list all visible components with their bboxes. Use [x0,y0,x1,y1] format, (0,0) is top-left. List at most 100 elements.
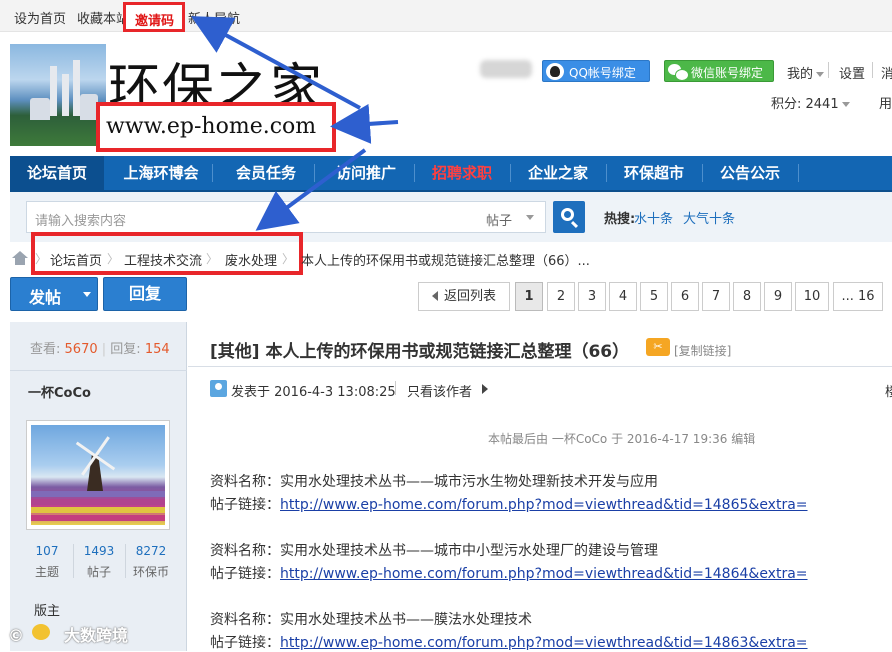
posts-label: 帖子 [86,565,111,579]
hot-search-link[interactable]: 水十条 [634,208,673,227]
copy-link[interactable]: [复制链接] [674,342,731,359]
nav-enterprise[interactable]: 企业之家 [510,156,606,190]
hot-search-label: 热搜: [604,212,636,227]
page-link[interactable]: 9 [764,282,792,311]
author-name[interactable]: 一杯CoCo [28,382,91,401]
search-scope-select[interactable]: 帖子 [476,201,546,233]
replies-label: 回复: [110,342,141,357]
posts-count[interactable]: 1493 [74,544,124,558]
back-to-list-label: 返回列表 [443,289,496,304]
resource-link-line: 帖子链接：http://www.ep-home.com/forum.php?mo… [210,632,808,652]
set-homepage-link[interactable]: 设为首页 [14,8,66,27]
blurred-username[interactable] [480,60,532,78]
points-menu[interactable]: 积分: 2441 [771,93,850,112]
page-link[interactable]: 4 [609,282,637,311]
breadcrumb-separator: 〉 [282,252,295,266]
factory-image [10,44,106,146]
page-link[interactable]: 2 [547,282,575,311]
resource-link-line: 帖子链接：http://www.ep-home.com/forum.php?mo… [210,494,808,514]
topics-label: 主题 [34,565,59,579]
nav-forum-home[interactable]: 论坛首页 [10,156,104,190]
edit-note: 本帖最后由 一杯CoCo 于 2016-4-17 19:36 编辑 [488,432,756,446]
nav-shanghai-expo[interactable]: 上海环博会 [110,156,212,190]
wechat-icon [668,63,689,81]
watermark-text: 大数跨境 [64,626,129,645]
breadcrumb-wastewater[interactable]: 废水处理 [225,250,277,269]
page-link[interactable]: 10 [795,282,829,311]
settings-link[interactable]: 设置 [839,63,865,82]
breadcrumb-forum-home[interactable]: 论坛首页 [50,250,102,269]
views-label: 查看: [30,342,61,357]
floor-label: 楼 [885,385,892,400]
hot-search-link[interactable]: 大气十条 [683,208,735,227]
views-count: 5670 [64,342,98,357]
user-rank: 版主 [34,604,61,619]
resource-link-label: 帖子链接： [210,497,280,513]
nav-recruitment[interactable]: 招聘求职 [414,156,510,190]
resource-link[interactable]: http://www.ep-home.com/forum.php?mod=vie… [280,635,808,651]
my-menu[interactable]: 我的 [787,63,825,82]
newbie-guide-link[interactable]: 新人导航 [188,8,240,27]
topics-count[interactable]: 107 [22,544,72,558]
search-button[interactable] [553,201,585,233]
invite-code-highlight[interactable]: 邀请码 [123,2,185,32]
only-author-link[interactable]: 只看该作者 [407,381,472,400]
resource-link[interactable]: http://www.ep-home.com/forum.php?mod=vie… [280,497,808,513]
coins-count[interactable]: 8272 [126,544,176,558]
user-link[interactable]: 用 [879,93,892,112]
logout-link[interactable]: 消 [881,63,892,82]
divider [872,62,873,78]
search-scope-value: 帖子 [486,214,513,229]
author-sidebar: 查看: 5670 | 回复: 154 一杯CoCo 107 主题 1493 帖子… [10,322,187,651]
nav-divider [798,164,799,182]
nav-member-tasks[interactable]: 会员任务 [218,156,314,190]
resource-link[interactable]: http://www.ep-home.com/forum.php?mod=vie… [280,566,808,582]
chevron-down-icon [526,215,534,220]
breadcrumb-separator: 〉 [206,252,219,266]
page-link-current[interactable]: 1 [515,282,543,311]
wechat-bind-label: 微信账号绑定 [691,66,764,80]
divider [10,370,187,371]
breadcrumb-engineering[interactable]: 工程技术交流 [124,250,202,269]
resource-name: 资料名称：实用水处理技术丛书——膜法水处理技术 [210,612,532,628]
new-post-button[interactable]: 发帖 [10,277,98,311]
home-icon[interactable] [12,251,28,265]
back-to-list-button[interactable]: 返回列表 [418,282,510,311]
divider [828,62,829,78]
reply-button[interactable]: 回复 [103,277,187,311]
site-url: www.ep-home.com [106,114,317,139]
favorite-site-link[interactable]: 收藏本站 [77,8,129,27]
resource-name: 资料名称：实用水处理技术丛书——城市污水生物处理新技术开发与应用 [210,474,658,490]
resource-name: 资料名称：实用水处理技术丛书——城市中小型污水处理厂的建设与管理 [210,543,658,559]
top-bar: 设为首页 收藏本站 邀请码 新人导航 [0,0,892,32]
nav-visit-promote[interactable]: 访问推广 [318,156,414,190]
breadcrumb-separator: 〉 [35,252,48,266]
watermark: © 大数跨境 [8,626,129,645]
my-menu-label: 我的 [787,67,814,82]
page-link-last[interactable]: ... 16 [833,282,883,311]
page-link[interactable]: 6 [671,282,699,311]
chevron-down-icon [816,72,825,77]
nav-announcements[interactable]: 公告公示 [702,156,798,190]
new-post-label: 发帖 [29,288,62,307]
invite-code-link[interactable]: 邀请码 [135,10,174,29]
site-url-highlight: www.ep-home.com [96,102,336,152]
resource-link-line: 帖子链接：http://www.ep-home.com/forum.php?mo… [210,563,808,583]
qq-bind-label: QQ帐号绑定 [569,66,636,80]
page-link[interactable]: 7 [702,282,730,311]
search-input[interactable]: 请输入搜索内容 [26,201,488,233]
avatar[interactable] [26,420,170,530]
page-link[interactable]: 8 [733,282,761,311]
points-label: 积分: 2441 [771,97,839,112]
page-link[interactable]: 5 [640,282,668,311]
wechat-bind-button[interactable]: 微信账号绑定 [664,60,774,82]
arrow-left-icon [431,291,438,301]
divider [188,366,892,367]
page-link[interactable]: 3 [578,282,606,311]
nav-divider [212,164,213,182]
qq-bind-button[interactable]: QQ帐号绑定 [542,60,650,82]
nav-eco-market[interactable]: 环保超市 [606,156,702,190]
resource-link-label: 帖子链接： [210,566,280,582]
copy-link-icon[interactable]: ✂ [646,338,670,356]
search-icon [561,208,574,221]
